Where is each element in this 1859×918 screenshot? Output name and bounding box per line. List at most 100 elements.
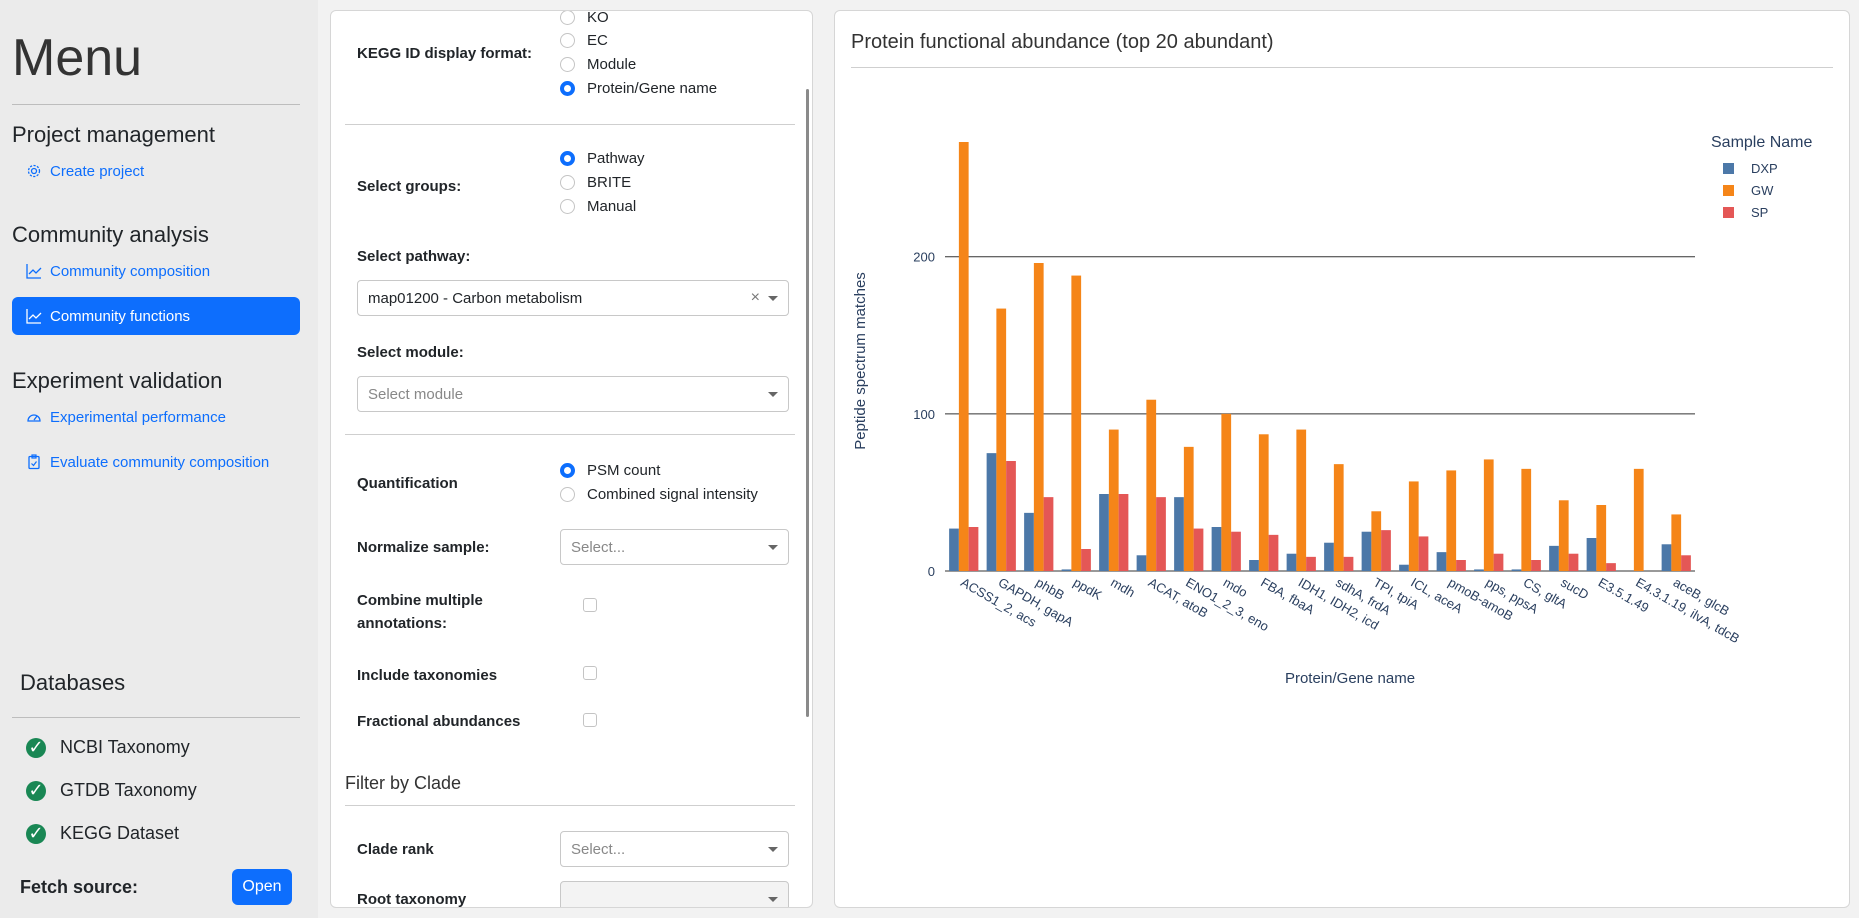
bar-sp (1081, 549, 1091, 571)
radio-psm-count[interactable]: PSM count (560, 462, 660, 479)
clear-icon[interactable]: × (751, 289, 760, 307)
radio-label: Protein/Gene name (587, 80, 718, 97)
legend-label: DXP (1751, 161, 1778, 176)
sidebar-item-community-functions[interactable]: Community functions (12, 297, 300, 335)
bar-gw (1483, 459, 1494, 571)
bar-dxp (1174, 497, 1184, 571)
bar-dxp (949, 528, 959, 571)
quantification-label: Quantification (357, 475, 458, 492)
gear-icon (27, 164, 41, 178)
bar-gw (1108, 429, 1119, 571)
databases-divider (12, 717, 300, 718)
bar-dxp (1549, 545, 1559, 571)
divider (345, 805, 795, 806)
pathway-select[interactable]: map01200 - Carbon metabolism × (357, 280, 789, 316)
check-circle-icon: ✓ (26, 780, 46, 801)
radio-ec[interactable]: EC (560, 32, 608, 49)
root-taxonomy-label: Root taxonomy (357, 891, 467, 908)
speedometer-icon (27, 414, 41, 422)
bar-sp (1531, 560, 1541, 571)
chevron-down-icon (768, 391, 778, 397)
sidebar-item-experimental-performance[interactable]: Experimental performance (12, 398, 300, 436)
radio-dot (560, 57, 575, 72)
bar-sp (1006, 461, 1016, 571)
include-taxonomies-checkbox[interactable] (583, 666, 597, 680)
radio-label: Manual (587, 198, 637, 215)
radio-label: Module (587, 56, 637, 73)
bar-gw (1033, 263, 1044, 571)
radio-dot (560, 199, 575, 214)
bar-gw (1146, 399, 1157, 571)
radio-dot (560, 151, 575, 166)
bar-gw (1521, 468, 1532, 571)
x-tick-label: mdh (1108, 575, 1137, 601)
database-name: GTDB Taxonomy (60, 780, 197, 800)
bar-chart[interactable]: 0100200ACSS1_2, acsGAPDH, gapAphbB ppdK md… (835, 71, 1850, 908)
filter-by-clade-title: Filter by Clade (345, 773, 462, 793)
bar-sp (1118, 494, 1129, 571)
radio-label: Pathway (587, 150, 645, 167)
radio-label: BRITE (587, 174, 632, 191)
radio-protein-gene-name[interactable]: Protein/Gene name (560, 80, 717, 97)
bar-sp (1456, 560, 1466, 571)
bar-dxp (1286, 553, 1297, 571)
sidebar-item-label: Evaluate community composition (50, 453, 270, 471)
legend-label: GW (1751, 183, 1774, 198)
bar-sp (1568, 553, 1579, 571)
legend-swatch-sp (1723, 207, 1734, 218)
fractional-abundances-label: Fractional abundances (357, 713, 521, 730)
radio-module[interactable]: Module (560, 56, 636, 73)
chart-panel: Protein functional abundance (top 20 abu… (834, 10, 1850, 908)
y-tick-label: 0 (928, 564, 935, 579)
root-taxonomy-select[interactable] (560, 881, 789, 907)
normalize-select-placeholder: Select... (571, 538, 626, 556)
radio-label: Combined signal intensity (587, 486, 758, 503)
sidebar-item-evaluate-composition[interactable]: Evaluate community composition (12, 443, 300, 481)
clade-rank-select[interactable]: Select... (560, 831, 789, 867)
module-select[interactable]: Select module (357, 376, 789, 412)
bar-dxp (1474, 569, 1484, 571)
bar-dxp (1061, 569, 1072, 571)
bar-gw (1558, 500, 1569, 571)
divider (345, 434, 795, 435)
chevron-down-icon (768, 846, 778, 852)
bar-sp (1493, 553, 1504, 571)
open-button[interactable]: Open (232, 869, 292, 905)
sidebar: Menu Project management Create project C… (0, 0, 318, 918)
database-name: KEGG Dataset (60, 823, 180, 843)
sidebar-item-create-project[interactable]: Create project (12, 152, 300, 190)
module-select-placeholder: Select module (368, 385, 464, 403)
chevron-down-icon (768, 544, 778, 550)
y-tick-label: 100 (913, 407, 935, 422)
normalize-sample-select[interactable]: Select... (560, 529, 789, 565)
bar-sp (1231, 531, 1241, 571)
sidebar-item-community-composition[interactable]: Community composition (12, 252, 300, 290)
clipboard-icon (28, 454, 40, 470)
bar-gw (1633, 468, 1644, 571)
bar-sp (968, 527, 979, 571)
combine-annotations-checkbox[interactable] (583, 598, 597, 612)
radio-brite[interactable]: BRITE (560, 174, 631, 191)
bar-dxp (1586, 538, 1597, 571)
bar-dxp (1436, 552, 1447, 571)
legend-swatch-dxp (1723, 163, 1734, 174)
radio-manual[interactable]: Manual (560, 198, 636, 215)
y-tick-label: 200 (913, 250, 935, 265)
bar-sp (1343, 556, 1354, 571)
fractional-abundances-checkbox[interactable] (583, 713, 597, 727)
normalize-sample-label: Normalize sample: (357, 539, 490, 556)
bar-gw (1596, 505, 1607, 571)
radio-combined-signal-intensity[interactable]: Combined signal intensity (560, 486, 758, 503)
bar-gw (1183, 446, 1194, 571)
radio-dot (560, 81, 575, 96)
sidebar-item-label: Community functions (50, 307, 191, 325)
radio-ko[interactable]: KO (560, 11, 609, 26)
include-taxonomies-label: Include taxonomies (357, 667, 498, 684)
y-axis-title: Peptide spectrum matches (852, 272, 869, 450)
fetch-source-label: Fetch source: (20, 877, 139, 897)
bar-dxp (1136, 555, 1147, 571)
scrollbar[interactable] (806, 89, 809, 717)
bar-dxp (1399, 564, 1409, 571)
menu-title: Menu (12, 29, 143, 87)
radio-pathway[interactable]: Pathway (560, 150, 645, 167)
